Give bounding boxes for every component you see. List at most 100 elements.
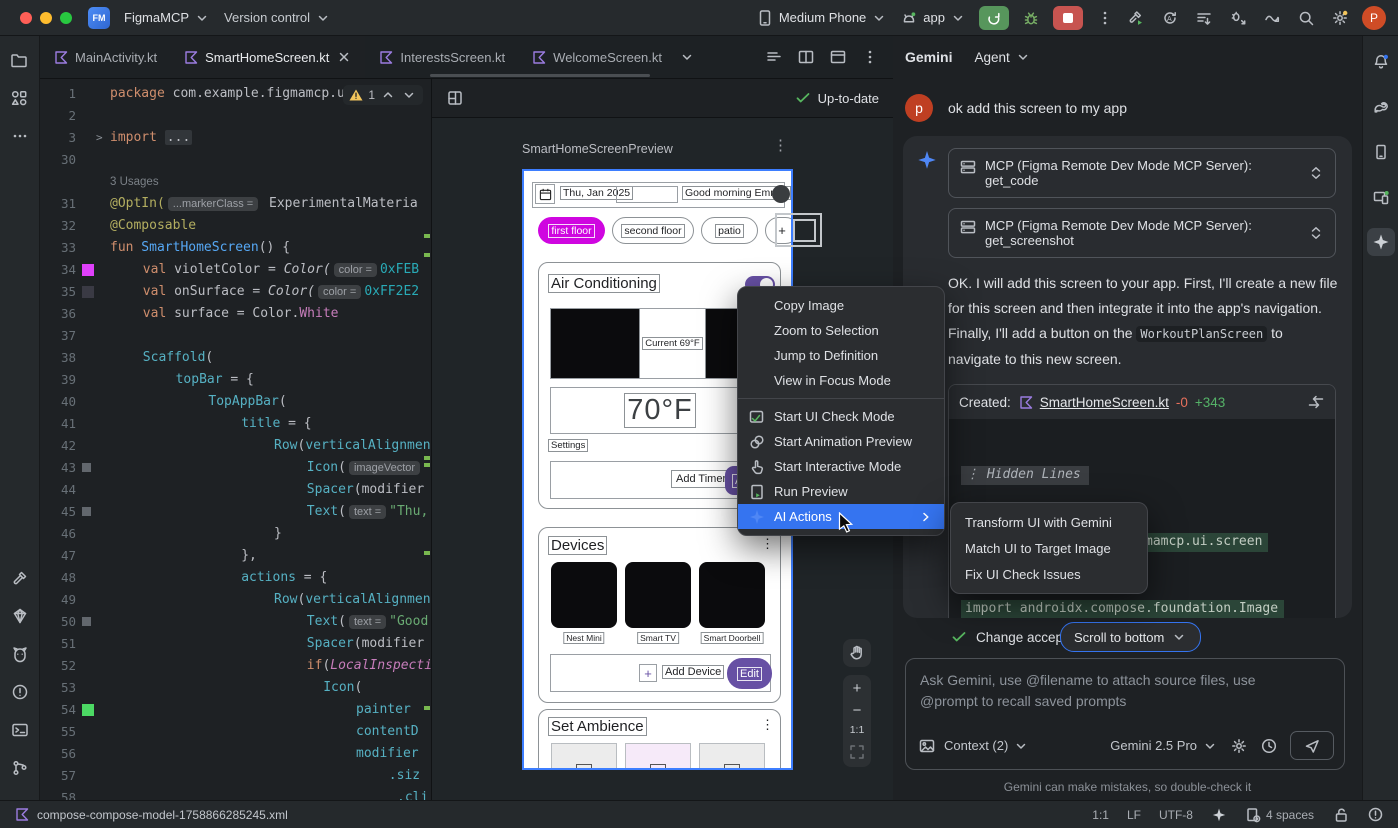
cursor-position[interactable]: 1:1 <box>1092 808 1109 822</box>
tool-strip-notifications-icon[interactable] <box>1367 48 1395 76</box>
inspections-widget[interactable]: 1 <box>343 85 423 105</box>
settings-icon[interactable] <box>1331 9 1349 27</box>
tool-strip-app-quality-insights-icon[interactable] <box>6 602 34 630</box>
menu-item-run-preview[interactable]: Run Preview <box>738 479 944 504</box>
close-tab-icon[interactable] <box>336 49 352 65</box>
kotlin <box>378 50 393 65</box>
fold-marker[interactable]: > <box>96 127 103 149</box>
tool-strip-more-tool-windows-icon[interactable] <box>6 122 34 150</box>
svg-text:A: A <box>1167 16 1172 23</box>
tool-strip-project-folder-icon[interactable] <box>6 46 34 74</box>
model-selector[interactable]: Gemini 2.5 Pro <box>1110 738 1218 754</box>
next-issue-icon[interactable] <box>401 87 417 103</box>
zoom-out-button[interactable]: − <box>853 703 862 718</box>
context-selector[interactable]: Context (2) <box>944 738 1029 754</box>
layout-mode-icon[interactable] <box>446 89 464 107</box>
debug-icon[interactable] <box>1022 9 1040 27</box>
tool-strip-terminal-icon[interactable] <box>6 716 34 744</box>
tab-scrollbar[interactable] <box>430 74 650 77</box>
preview-options-kebab[interactable]: ⋮ <box>773 136 788 154</box>
tab-SmartHomeScreen.kt[interactable]: SmartHomeScreen.kt <box>170 36 365 78</box>
tool-strip-running-devices-icon[interactable] <box>1367 183 1395 211</box>
tool-strip-gemini-icon[interactable] <box>1367 228 1395 256</box>
submenu-item-match-ui-to-target-image[interactable]: Match UI to Target Image <box>951 535 1147 561</box>
selection-handle[interactable] <box>793 219 816 242</box>
run-config-selector[interactable]: app <box>900 9 966 27</box>
file-encoding[interactable]: UTF-8 <box>1159 808 1193 822</box>
editor-window-icon[interactable] <box>829 48 847 66</box>
attach-image-icon[interactable] <box>918 737 936 755</box>
tab-WelcomeScreen.kt[interactable]: WelcomeScreen.kt <box>518 36 675 78</box>
menu-item-start-ui-check-mode[interactable]: Start UI Check Mode <box>738 404 944 429</box>
preview-avatar <box>772 185 790 203</box>
ai-status-icon[interactable] <box>1211 807 1227 823</box>
code-editor[interactable]: 1 1package com.example.figmamcp.u23>impo… <box>40 79 432 800</box>
tool-strip-device-explorer-icon[interactable] <box>1367 138 1395 166</box>
menu-item-start-animation-preview[interactable]: Start Animation Preview <box>738 429 944 454</box>
show-diff-icon[interactable] <box>1307 393 1325 411</box>
scroll-to-bottom-button[interactable]: Scroll to bottom <box>1060 622 1201 652</box>
zoom-level[interactable]: 1:1 <box>850 724 865 736</box>
editor-list-icon[interactable] <box>765 48 783 66</box>
tool-strip-build-icon[interactable] <box>6 564 34 592</box>
created-file-link[interactable]: SmartHomeScreen.kt <box>1040 395 1169 410</box>
tab-MainActivity.kt[interactable]: MainActivity.kt <box>40 36 170 78</box>
tool-strip-problems-icon[interactable] <box>6 678 34 706</box>
editor-more-icon[interactable] <box>861 48 879 66</box>
zoom-in-button[interactable]: + <box>853 681 862 696</box>
expand-collapse-icon[interactable] <box>1307 224 1325 242</box>
gemini-prompt-input[interactable]: Ask Gemini, use @filename to attach sour… <box>905 658 1345 770</box>
tool-strip-version-control-icon[interactable] <box>6 754 34 782</box>
gemini-settings-icon[interactable] <box>1230 737 1248 755</box>
more-actions-icon[interactable] <box>1096 9 1114 27</box>
gemini-panel: Gemini Agent p ok add this screen to my … <box>893 36 1362 800</box>
lock-icon[interactable] <box>1332 806 1349 823</box>
gemini-title: Gemini <box>905 49 952 65</box>
sync-project-icon[interactable]: A <box>1161 9 1179 27</box>
prev-issue-icon[interactable] <box>380 87 396 103</box>
menu-item-jump-to-definition[interactable]: Jump to Definition <box>738 343 944 368</box>
tab-list-chevron-icon[interactable] <box>679 36 695 78</box>
version-control-menu[interactable]: Version control <box>224 10 331 26</box>
mcp-tool-call-chip[interactable]: MCP (Figma Remote Dev Mode MCP Server): … <box>948 148 1336 198</box>
indent-setting[interactable]: 4 spaces <box>1245 807 1314 823</box>
project-folder-icon <box>10 51 29 70</box>
minimize-window-button[interactable] <box>40 12 52 24</box>
rerun-button[interactable] <box>979 6 1009 30</box>
history-icon[interactable] <box>1260 737 1278 755</box>
close-window-button[interactable] <box>20 12 32 24</box>
tool-strip-logcat-icon[interactable] <box>6 640 34 668</box>
agent-mode-selector[interactable]: Agent <box>974 49 1030 65</box>
expand-collapse-icon[interactable] <box>1307 164 1325 182</box>
usages-hint[interactable]: 3 Usages <box>110 176 159 188</box>
tab-InterestsScreen.kt[interactable]: InterestsScreen.kt <box>365 36 518 78</box>
maximize-window-button[interactable] <box>60 12 72 24</box>
project-menu[interactable]: FigmaMCP <box>124 10 210 26</box>
fit-to-screen-icon[interactable] <box>848 743 866 761</box>
submenu-item-transform-ui-with-gemini[interactable]: Transform UI with Gemini <box>951 509 1147 535</box>
user-avatar[interactable]: P <box>1362 6 1386 30</box>
build-variants-icon[interactable] <box>1195 9 1213 27</box>
attach-debugger-icon[interactable] <box>1229 9 1247 27</box>
split-editor-icon[interactable] <box>797 48 815 66</box>
menu-item-copy-image[interactable]: Copy Image <box>738 293 944 318</box>
search-everywhere-icon[interactable] <box>1297 9 1315 27</box>
build-run-icon[interactable] <box>1127 9 1145 27</box>
submenu-item-fix-ui-check-issues[interactable]: Fix UI Check Issues <box>951 561 1147 587</box>
tool-strip-gradle-icon[interactable] <box>1367 93 1395 121</box>
line-ending[interactable]: LF <box>1127 808 1141 822</box>
error-indicator-icon[interactable] <box>1367 806 1384 823</box>
ambience-kebab-icon: ⋮ <box>761 717 774 733</box>
status-file[interactable]: compose-compose-model-1758866285245.xml <box>14 807 288 822</box>
apply-changes-icon[interactable] <box>1263 9 1281 27</box>
device-selector[interactable]: Medium Phone <box>756 9 887 27</box>
mcp-tool-call-chip[interactable]: MCP (Figma Remote Dev Mode MCP Server): … <box>948 208 1336 258</box>
send-button[interactable] <box>1290 731 1334 760</box>
menu-item-view-in-focus-mode[interactable]: View in Focus Mode <box>738 368 944 393</box>
menu-item-zoom-to-selection[interactable]: Zoom to Selection <box>738 318 944 343</box>
stop-button[interactable] <box>1053 6 1083 30</box>
menu-item-start-interactive-mode[interactable]: Start Interactive Mode <box>738 454 944 479</box>
pan-tool-button[interactable] <box>843 639 871 667</box>
menu-item-label: Zoom to Selection <box>774 323 879 338</box>
tool-strip-resource-manager-icon[interactable] <box>6 84 34 112</box>
